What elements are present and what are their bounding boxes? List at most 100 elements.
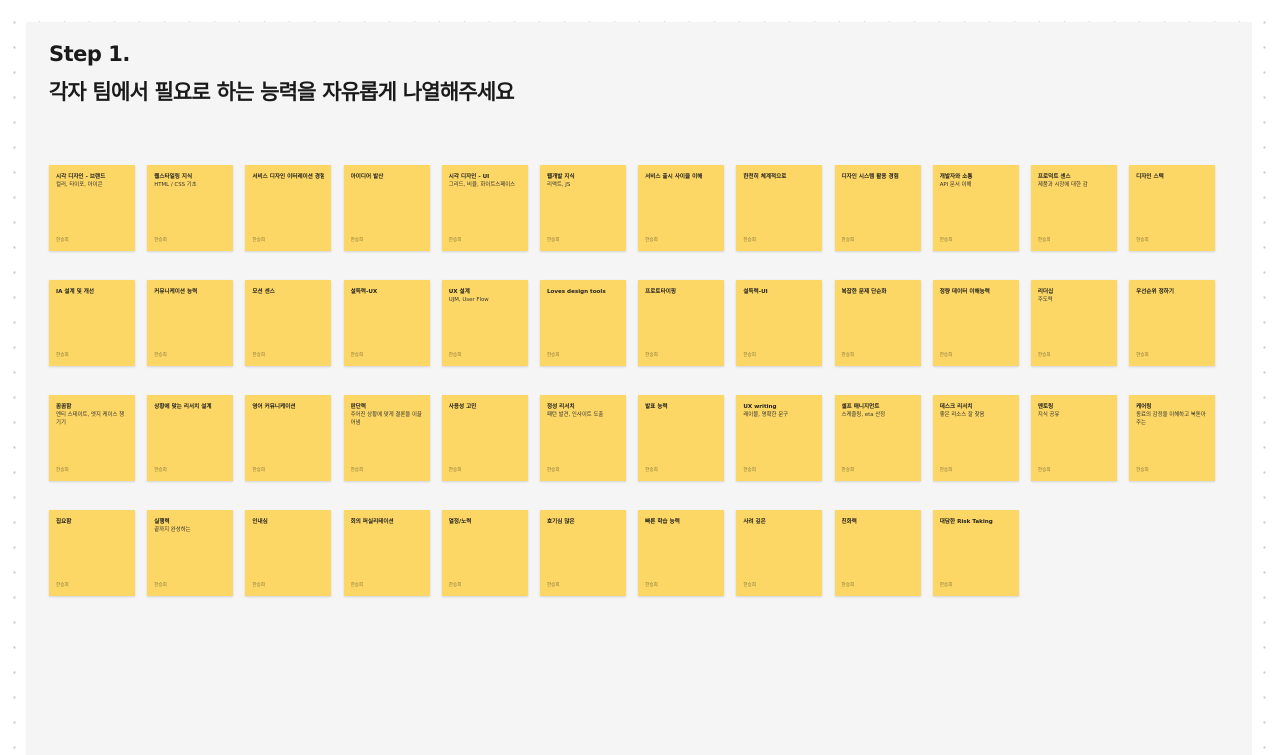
sticky-note[interactable]: 시각 디자인 - 브랜드 컬러, 타이포, 아이콘 한승희 xyxy=(49,165,135,251)
sticky-note[interactable]: 사려 깊은한승희 xyxy=(736,510,823,596)
sticky-author: 한승희 xyxy=(743,468,756,473)
sticky-note[interactable]: 상황에 맞는 리서치 설계 한승희 xyxy=(147,395,234,481)
sticky-title: 프로덕트 센스 xyxy=(1037,174,1071,180)
sticky-description: 제품과 시장에 대한 감 xyxy=(1037,182,1088,188)
sticky-title: 우선순위 정하기 xyxy=(1136,289,1175,295)
sticky-description: 리액트, JS xyxy=(546,182,571,188)
sticky-note[interactable]: 실행력 끝까지 완성하는 한승희 xyxy=(147,510,234,596)
sticky-note[interactable]: 서비스 출시 사이클 이해 한승희 xyxy=(638,165,725,251)
sticky-note[interactable]: IA 설계 및 개선 한승희 xyxy=(49,280,135,366)
sticky-author: 한승희 xyxy=(448,583,462,588)
sticky-title: 인내심 xyxy=(252,519,268,525)
sticky-note[interactable]: 인내심한승희 xyxy=(245,510,332,596)
sticky-author: 한승희 xyxy=(743,353,756,358)
sticky-title: 정량 데이터 이해능력 xyxy=(939,289,990,295)
sticky-title: 웹스타일링 지식 xyxy=(154,174,193,180)
sticky-note[interactable]: 설득력-UX 한승희 xyxy=(343,280,430,366)
sticky-author: 한승희 xyxy=(56,468,69,473)
sticky-note[interactable]: 데스크 리서치 좋은 리소스 잘 찾음 한승희 xyxy=(932,395,1019,481)
sticky-author: 한승희 xyxy=(154,468,167,473)
sticky-author: 한승희 xyxy=(252,468,266,473)
sticky-note[interactable]: 대담한 Risk Taking 한승희 xyxy=(932,510,1019,596)
sticky-author: 한승희 xyxy=(448,238,462,243)
sticky-note[interactable]: 셀프 매니지먼트 스케줄링, eta 산정 한승희 xyxy=(834,395,921,481)
sticky-author: 한승희 xyxy=(743,583,756,588)
sticky-author: 한승희 xyxy=(546,238,560,243)
sticky-author: 한승희 xyxy=(350,583,364,588)
sticky-author: 한승희 xyxy=(841,238,855,243)
sticky-note[interactable]: 웹개발 지식 리액트, JS 한승희 xyxy=(539,165,626,251)
sticky-title: 복잡한 문제 단순화 xyxy=(841,289,887,295)
sticky-title: 케어링 xyxy=(1136,404,1152,410)
sticky-note[interactable]: 웹스타일링 지식 HTML / CSS 기초 한승희 xyxy=(147,165,234,251)
sticky-author: 한승희 xyxy=(1037,353,1051,358)
sticky-author: 한승희 xyxy=(1037,468,1051,473)
sticky-title: 사용성 고민 xyxy=(448,404,477,410)
sticky-note[interactable]: 정성 리서치 패턴 발견, 인사이트 도출 한승희 xyxy=(539,395,626,481)
sticky-title: Loves design tools xyxy=(546,289,606,295)
sticky-note[interactable]: 프로토타이핑 한승희 xyxy=(638,280,725,366)
sticky-note[interactable]: 멘토링 지식 공유 한승희 xyxy=(1030,395,1117,481)
sticky-title: 디자인 스텍 xyxy=(1136,174,1164,180)
sticky-note[interactable]: Loves design tools 한승희 xyxy=(539,280,626,366)
sticky-note[interactable]: 커뮤니케이션 능력한승희 xyxy=(147,280,234,366)
sticky-note[interactable]: 프로덕트 센스제품과 시장에 대한 감한승희 xyxy=(1030,165,1117,251)
sticky-note[interactable]: 꼼꼼함 엔티 스테이트, 엣지 케이스 챙기기 한승희 xyxy=(49,395,135,481)
sticky-title: 집요함 xyxy=(56,519,72,525)
sticky-note[interactable]: 설득력-UI 한승희 xyxy=(736,280,823,366)
sticky-note[interactable]: 발표 능력 한승희 xyxy=(638,395,725,481)
sticky-note[interactable]: 빠른 학습 능력 한승희 xyxy=(638,510,725,596)
sticky-title: 커뮤니케이션 능력 xyxy=(154,289,198,295)
sticky-title: 모션 센스 xyxy=(252,289,275,295)
sticky-note[interactable]: 리더십 주도력 한승희 xyxy=(1030,280,1117,366)
sticky-note[interactable]: 한천히 체계적으로 한승희 xyxy=(736,165,823,251)
sticky-note[interactable]: 영어 커뮤니케이션 한승희 xyxy=(245,395,332,481)
sticky-note[interactable]: 회의 퍼실리테이션 한승희 xyxy=(343,510,430,596)
sticky-note[interactable]: 호기심 많은 한승희 xyxy=(539,510,626,596)
sticky-title: 실행력 xyxy=(154,519,170,525)
sticky-title: 디자인 시스템 활용 경험 xyxy=(841,174,899,180)
sticky-description: 컬러, 타이포, 아이콘 xyxy=(56,182,103,188)
sticky-note[interactable]: 모션 센스 한승희 xyxy=(245,280,332,366)
sticky-note[interactable]: 디자인 시스템 활용 경험한승희 xyxy=(834,165,921,251)
sticky-description: 주어진 상황에 맞게 결론을 이끌어냄 xyxy=(350,412,422,426)
sticky-description: UJM, User Flow xyxy=(448,297,489,303)
sticky-title: 프로토타이핑 xyxy=(645,289,677,295)
sticky-note[interactable]: 집요함한승희 xyxy=(49,510,135,596)
sticky-note[interactable]: 정량 데이터 이해능력 한승희 xyxy=(932,280,1019,366)
sticky-title: 개발자와 소통 xyxy=(939,174,973,180)
sticky-author: 한승희 xyxy=(546,353,560,358)
sticky-note[interactable]: 디자인 스텍 한승희 xyxy=(1129,165,1216,251)
sticky-note[interactable]: UX writing 레이블, 명확한 문구 한승희 xyxy=(736,395,823,481)
sticky-author: 한승희 xyxy=(252,583,266,588)
sticky-note[interactable]: 친화력 한승희 xyxy=(834,510,921,596)
sticky-note[interactable]: 개발자와 소통 API 문서 이해 한승희 xyxy=(932,165,1019,251)
sticky-title: UX 설계 xyxy=(448,289,470,295)
sticky-author: 한승희 xyxy=(1037,238,1051,243)
sticky-note[interactable]: 판단력 주어진 상황에 맞게 결론을 이끌어냄 한승희 xyxy=(343,395,430,481)
sticky-note[interactable]: 열정/노력 한승희 xyxy=(441,510,528,596)
sticky-note[interactable]: 시각 디자인 - UI 그리드, 비율, 화이트스페이스 한승희 xyxy=(441,165,528,251)
step-subtitle: 각자 팀에서 필요로 하는 능력을 자유롭게 나열해주세요 xyxy=(49,80,515,104)
sticky-title: 리더십 xyxy=(1037,289,1054,295)
sticky-author: 한승희 xyxy=(448,468,462,473)
sticky-note[interactable]: 아이디어 발산 한승희 xyxy=(343,165,430,251)
sticky-note[interactable]: 케어링 동료의 감정을 이해하고 북돋아주는 한승희 xyxy=(1129,395,1216,481)
sticky-title: 발표 능력 xyxy=(645,404,668,410)
sticky-author: 한승희 xyxy=(1136,468,1149,473)
sticky-title: 판단력 xyxy=(350,404,367,410)
sticky-title: 사려 깊은 xyxy=(743,519,766,525)
sticky-note[interactable]: 사용성 고민한승희 xyxy=(441,395,528,481)
sticky-author: 한승희 xyxy=(154,353,167,358)
sticky-note[interactable]: 서비스 디자인 이터레이션 경험 한승희 xyxy=(245,165,332,251)
sticky-note[interactable]: 우선순위 정하기 한승희 xyxy=(1129,280,1216,366)
sticky-title: 설득력-UI xyxy=(743,289,768,295)
sticky-author: 한승희 xyxy=(56,583,69,588)
sticky-author: 한승희 xyxy=(154,238,167,243)
sticky-note[interactable]: UX 설계 UJM, User Flow 한승희 xyxy=(441,280,528,366)
sticky-title: 설득력-UX xyxy=(350,289,378,295)
sticky-author: 한승희 xyxy=(546,583,560,588)
sticky-title: 셀프 매니지먼트 xyxy=(841,404,880,410)
sticky-note[interactable]: 복잡한 문제 단순화 한승희 xyxy=(834,280,921,366)
canvas-frame[interactable]: Step 1. 각자 팀에서 필요로 하는 능력을 자유롭게 나열해주세요 시각… xyxy=(26,22,1252,755)
